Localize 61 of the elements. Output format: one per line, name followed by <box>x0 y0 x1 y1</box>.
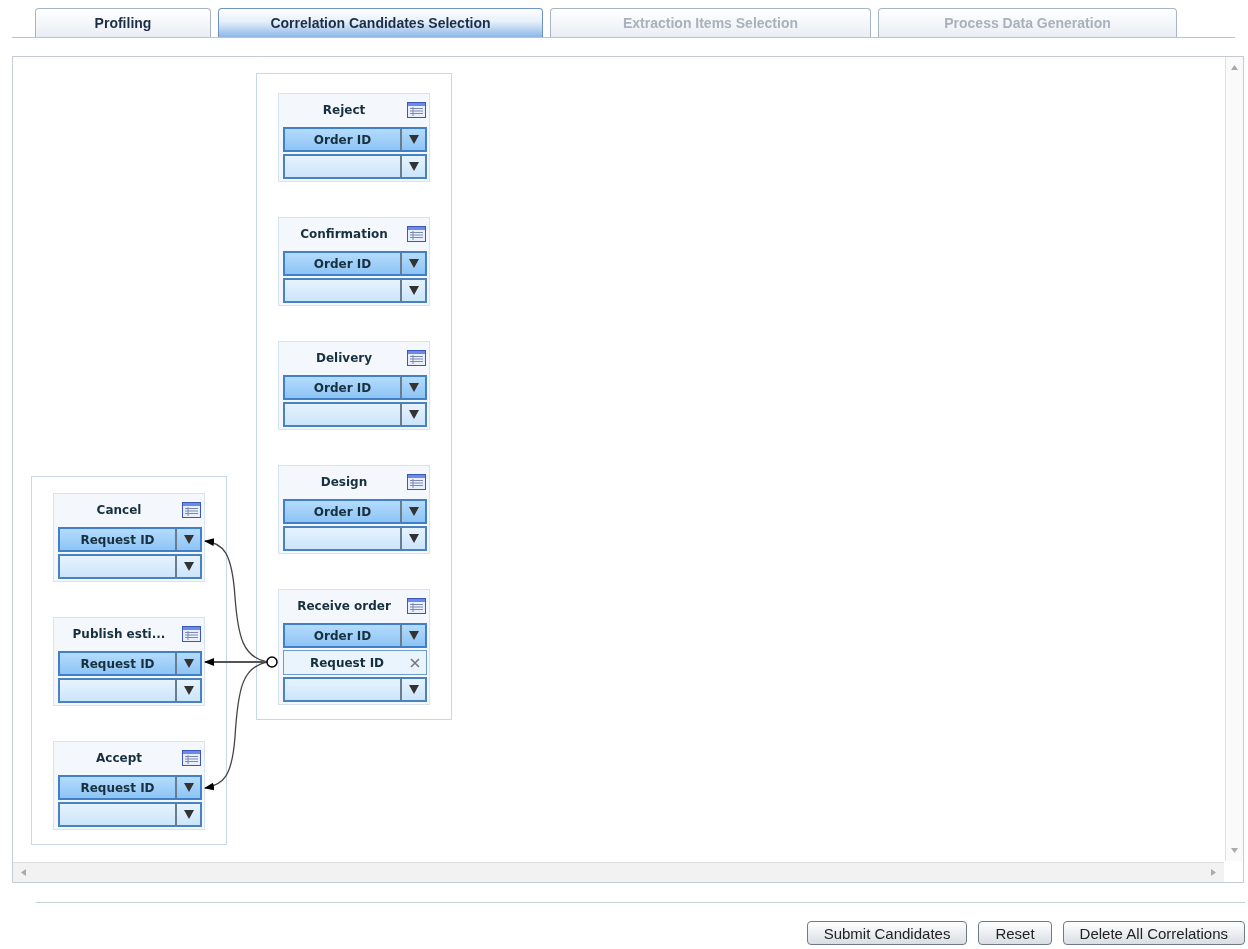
tab[interactable]: Correlation Candidates Selection <box>218 8 543 37</box>
caret-icon <box>408 631 419 640</box>
caret-icon <box>408 685 419 694</box>
node-title: Accept <box>96 750 142 765</box>
node-title: Cancel <box>96 502 142 517</box>
table-icon[interactable] <box>407 598 426 614</box>
caret-icon <box>183 535 194 544</box>
caret-icon <box>408 534 419 543</box>
caret-icon <box>408 135 419 144</box>
attribute-dropdown[interactable]: Request ID <box>58 651 202 676</box>
attribute-dropdown[interactable]: Order ID <box>283 251 427 276</box>
table-icon[interactable] <box>182 626 201 642</box>
attribute-dropdown[interactable] <box>283 402 427 427</box>
node-title: Delivery <box>316 350 372 365</box>
caret-icon <box>183 562 194 571</box>
attribute-dropdown[interactable]: Order ID <box>283 499 427 524</box>
action-button[interactable]: Delete All Correlations <box>1062 921 1245 945</box>
node-title: Confirmation <box>300 226 388 241</box>
node-title: Design <box>320 474 368 489</box>
scroll-right-icon[interactable] <box>1211 869 1216 876</box>
attribute-dropdown[interactable]: Request ID <box>58 527 202 552</box>
scroll-down-icon[interactable] <box>1231 848 1238 853</box>
node-title: Receive order <box>297 598 391 613</box>
attribute-dropdown[interactable]: Order ID <box>283 623 427 648</box>
attribute-dropdown[interactable] <box>58 554 202 579</box>
tab[interactable]: Profiling <box>35 8 211 37</box>
scroll-up-icon[interactable] <box>1231 65 1238 70</box>
horizontal-scrollbar[interactable] <box>13 862 1224 882</box>
caret-icon <box>408 383 419 392</box>
caret-icon <box>183 686 194 695</box>
caret-icon <box>183 659 194 668</box>
attribute-dropdown[interactable]: Order ID <box>283 375 427 400</box>
table-icon[interactable] <box>182 502 201 518</box>
remove-icon[interactable] <box>410 657 420 668</box>
attribute-dropdown[interactable]: Order ID <box>283 127 427 152</box>
caret-icon <box>408 162 419 171</box>
caret-icon <box>183 810 194 819</box>
table-icon[interactable] <box>407 350 426 366</box>
scroll-left-icon[interactable] <box>21 869 26 876</box>
table-icon[interactable] <box>407 474 426 490</box>
action-button[interactable]: Reset <box>978 921 1052 945</box>
table-icon[interactable] <box>407 226 426 242</box>
caret-icon <box>408 507 419 516</box>
attribute-dropdown[interactable] <box>58 678 202 703</box>
caret-icon <box>408 410 419 419</box>
action-button[interactable]: Submit Candidates <box>806 921 968 945</box>
node-title: Publish esti... <box>72 626 166 641</box>
attribute-dropdown[interactable] <box>283 278 427 303</box>
caret-icon <box>183 783 194 792</box>
attribute-dropdown[interactable]: Request ID <box>283 650 427 675</box>
caret-icon <box>408 259 419 268</box>
caret-icon <box>408 286 419 295</box>
table-icon[interactable] <box>407 102 426 118</box>
attribute-dropdown[interactable] <box>283 154 427 179</box>
attribute-dropdown[interactable] <box>283 526 427 551</box>
attribute-dropdown[interactable] <box>58 802 202 827</box>
node-title: Reject <box>322 102 366 117</box>
vertical-scrollbar[interactable] <box>1225 57 1243 861</box>
attribute-dropdown[interactable]: Request ID <box>58 775 202 800</box>
table-icon[interactable] <box>182 750 201 766</box>
attribute-dropdown[interactable] <box>283 677 427 702</box>
